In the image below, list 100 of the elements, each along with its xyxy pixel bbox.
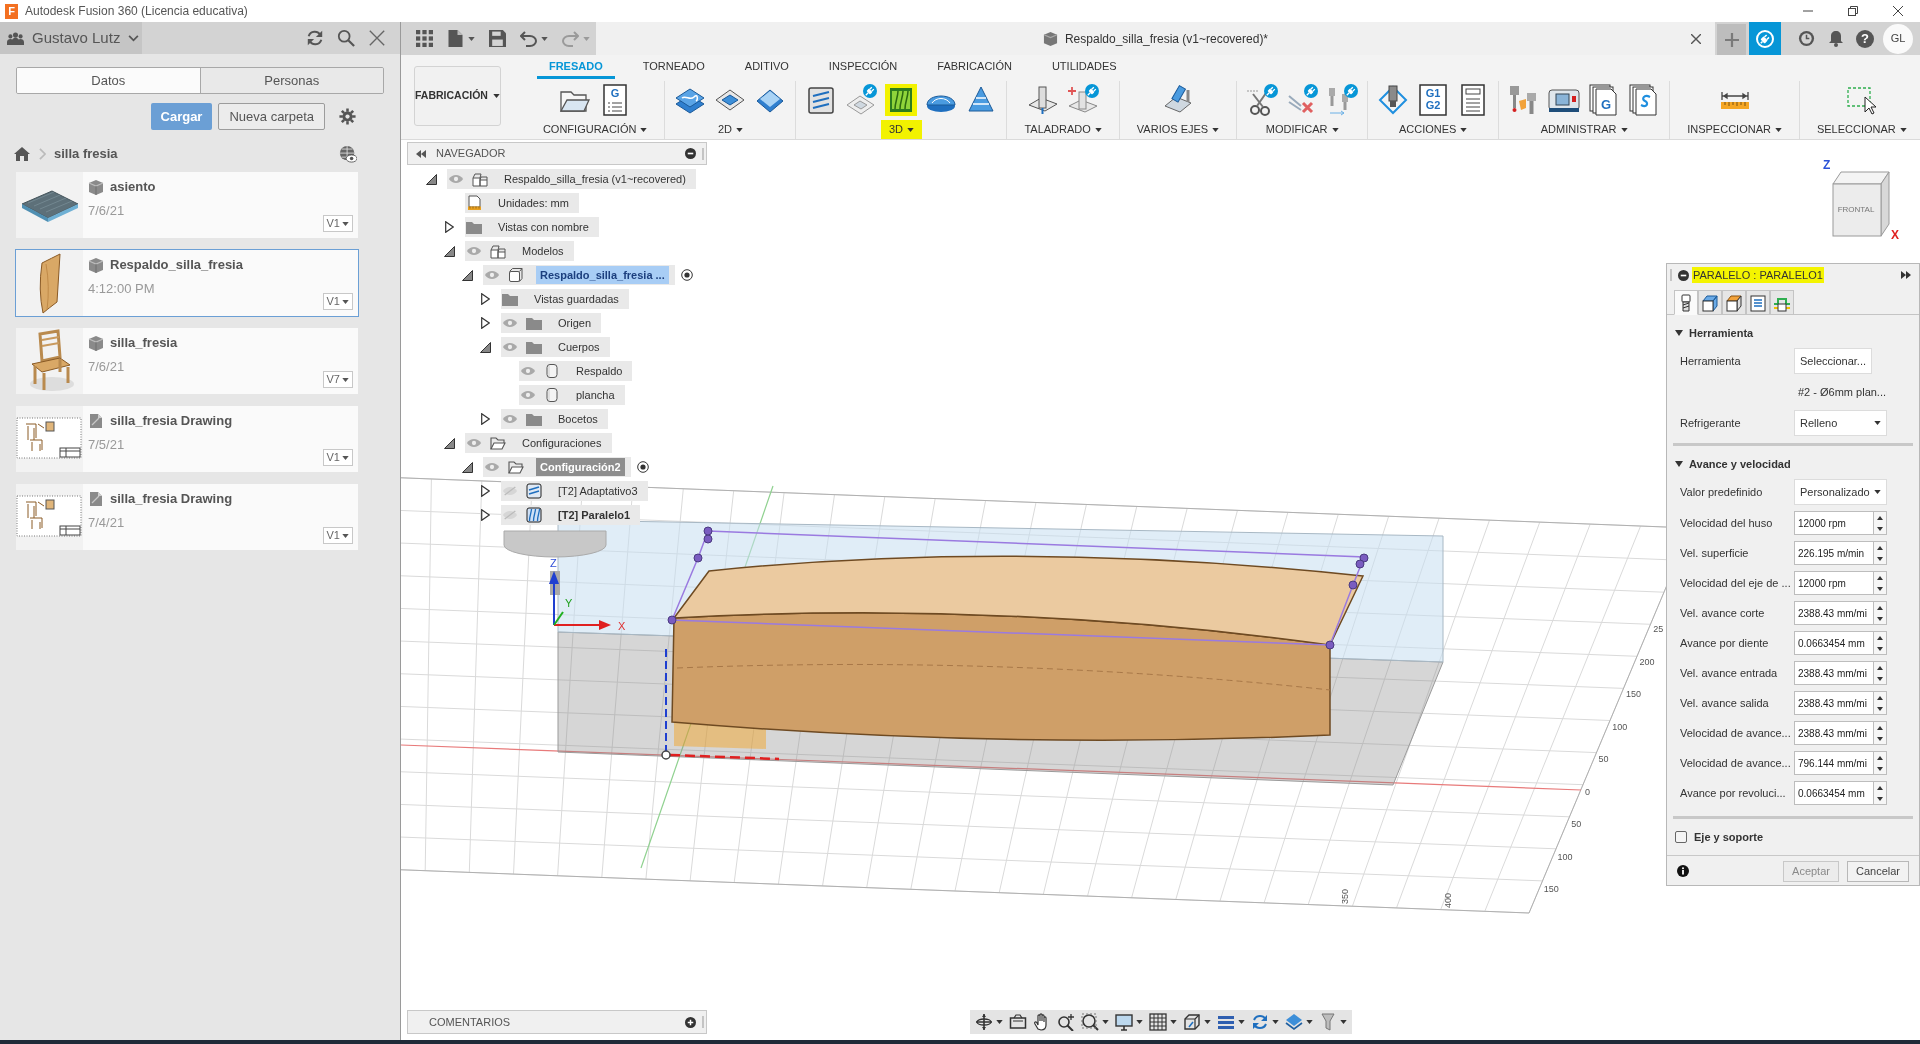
spin-buttons[interactable]: [1874, 511, 1887, 535]
spin-down-icon[interactable]: [1877, 706, 1883, 711]
spin-down-icon[interactable]: [1877, 766, 1883, 771]
grid-icon[interactable]: [1149, 1013, 1167, 1031]
spin-up-icon[interactable]: [1877, 725, 1883, 730]
file-name[interactable]: silla_fresia Drawing: [110, 411, 233, 431]
close-icon[interactable]: [1892, 6, 1903, 16]
version-dropdown[interactable]: V1: [322, 449, 353, 466]
section-expanded-icon[interactable]: [1675, 330, 1683, 336]
collapsed-triangle-icon[interactable]: [444, 221, 454, 233]
spin-buttons[interactable]: [1874, 631, 1887, 655]
dialog-tab[interactable]: [1674, 290, 1698, 315]
settings-icon[interactable]: [339, 108, 356, 125]
tree-item[interactable]: Cuerpos: [554, 338, 604, 356]
spin-buttons[interactable]: [1874, 691, 1887, 715]
tool-in-diamond-icon[interactable]: [1377, 84, 1410, 116]
block-with-plug-icon[interactable]: [845, 84, 878, 116]
tools-with-plug-icon[interactable]: [1326, 84, 1359, 116]
clock-icon[interactable]: [1798, 30, 1815, 47]
active-radio-icon[interactable]: [680, 269, 693, 281]
tool-group-dropdown[interactable]: SELECCIONAR: [1808, 120, 1915, 139]
checkbox[interactable]: [1675, 831, 1687, 843]
circular-arrows-icon[interactable]: [1251, 1013, 1269, 1031]
spin-up-icon[interactable]: [1877, 785, 1883, 790]
number-field[interactable]: 0.0663454 mm: [1794, 781, 1874, 805]
add-circle-icon[interactable]: [685, 1016, 696, 1028]
restore-icon[interactable]: [1847, 6, 1858, 16]
caret-icon[interactable]: [468, 36, 475, 41]
spin-down-icon[interactable]: [1877, 646, 1883, 651]
file-name[interactable]: asiento: [110, 177, 156, 197]
spin-down-icon[interactable]: [1877, 526, 1883, 531]
workspace-dropdown[interactable]: FABRICACIÓN: [414, 66, 501, 126]
dialog-tab[interactable]: [1770, 290, 1794, 315]
file-card[interactable]: silla_fresia Drawing 7/5/21 V1: [16, 406, 358, 472]
caret-icon[interactable]: [1204, 1020, 1211, 1024]
tree-item[interactable]: Bocetos: [554, 410, 602, 428]
file-name[interactable]: silla_fresia Drawing: [110, 489, 233, 509]
cube-frame-icon[interactable]: [1183, 1013, 1201, 1031]
spin-down-icon[interactable]: [1877, 796, 1883, 801]
spin-up-icon[interactable]: [1877, 545, 1883, 550]
spin-buttons[interactable]: [1874, 541, 1887, 565]
file-icon[interactable]: [447, 30, 464, 47]
undo-icon[interactable]: [520, 30, 537, 47]
spin-down-icon[interactable]: [1877, 736, 1883, 741]
tree-item[interactable]: [T2] Paralelo1: [554, 506, 635, 524]
breadcrumb-folder[interactable]: silla fresia: [54, 144, 118, 164]
spin-buttons[interactable]: [1874, 781, 1887, 805]
tree-item[interactable]: Vistas guardadas: [530, 290, 623, 308]
collapsed-triangle-icon[interactable]: [480, 485, 490, 497]
dialog-button[interactable]: Cancelar: [1846, 860, 1909, 882]
number-field[interactable]: 226.195 m/min: [1794, 541, 1874, 565]
version-dropdown[interactable]: V7: [322, 371, 353, 388]
collapsed-triangle-icon[interactable]: [480, 293, 490, 305]
tool-group-dropdown[interactable]: 3D: [880, 120, 922, 139]
tree-item[interactable]: [T2] Adaptativo3: [554, 482, 642, 500]
active-radio-icon[interactable]: [636, 461, 649, 473]
section-title[interactable]: Herramienta: [1689, 324, 1754, 342]
tree-item[interactable]: Unidades: mm: [494, 194, 573, 212]
tree-item[interactable]: Modelos: [518, 242, 568, 260]
tree-item[interactable]: Vistas con nombre: [494, 218, 593, 236]
diamond-stack-icon[interactable]: [1285, 1013, 1303, 1031]
tool-group-dropdown[interactable]: MODIFICAR: [1257, 120, 1347, 139]
spin-down-icon[interactable]: [1877, 556, 1883, 561]
tool-group-dropdown[interactable]: ADMINISTRAR: [1532, 120, 1636, 139]
refresh-icon[interactable]: [306, 29, 324, 47]
spin-buttons[interactable]: [1874, 721, 1887, 745]
bell-icon[interactable]: [1828, 30, 1844, 47]
dialog-tab[interactable]: [1746, 290, 1770, 315]
collapsed-triangle-icon[interactable]: [480, 413, 490, 425]
caret-icon[interactable]: [996, 1020, 1003, 1024]
ribbon-tab[interactable]: TORNEADO: [630, 56, 717, 79]
caret-icon[interactable]: [1170, 1020, 1177, 1024]
section-expanded-icon[interactable]: [1675, 461, 1683, 467]
spin-up-icon[interactable]: [1877, 605, 1883, 610]
file-card[interactable]: Respaldo_silla_fresia 4:12:00 PM V1: [16, 250, 358, 316]
number-field[interactable]: 796.144 mm/mi: [1794, 751, 1874, 775]
dropdown[interactable]: Personalizado: [1794, 479, 1887, 505]
version-dropdown[interactable]: V1: [322, 293, 353, 310]
file-name[interactable]: silla_fresia: [110, 333, 178, 353]
globe-with-eye-icon[interactable]: [339, 145, 357, 163]
dialog-tab[interactable]: [1698, 290, 1722, 315]
ribbon-tab[interactable]: INSPECCIÓN: [816, 56, 910, 79]
spin-up-icon[interactable]: [1877, 695, 1883, 700]
collapse-panel-icon[interactable]: [416, 149, 426, 158]
zoom-icon[interactable]: [1057, 1013, 1075, 1031]
expanded-triangle-icon[interactable]: [461, 269, 473, 281]
file-card[interactable]: silla_fresia 7/6/21 V7: [16, 328, 358, 394]
caret-icon[interactable]: [1136, 1020, 1143, 1024]
spin-down-icon[interactable]: [1877, 616, 1883, 621]
panel-tab[interactable]: Datos: [17, 68, 200, 93]
spin-up-icon[interactable]: [1877, 515, 1883, 520]
selection-box-icon[interactable]: [1845, 84, 1878, 116]
document-tab[interactable]: Respaldo_silla_fresia (v1~recovered)*: [596, 22, 1715, 55]
user-avatar[interactable]: GL: [1883, 23, 1913, 54]
number-field[interactable]: 2388.43 mm/mi: [1794, 601, 1874, 625]
caret-icon[interactable]: [1272, 1020, 1279, 1024]
caret-icon[interactable]: [1238, 1020, 1245, 1024]
tree-item[interactable]: Respaldo_silla_fresia (v1~recovered): [500, 170, 690, 188]
tool-group-dropdown[interactable]: CONFIGURACIÓN: [534, 120, 656, 139]
number-field[interactable]: 0.0663454 mm: [1794, 631, 1874, 655]
